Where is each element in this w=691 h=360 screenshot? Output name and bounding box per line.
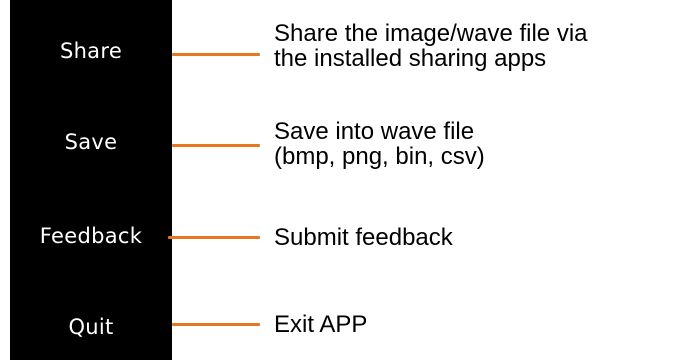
- menu-item-quit[interactable]: Quit: [10, 307, 172, 347]
- quit-leader-line: [172, 323, 260, 326]
- quit-callout: Exit APP: [274, 312, 367, 337]
- menu-item-share[interactable]: Share: [10, 31, 172, 71]
- share-callout: Share the image/wave file via the instal…: [274, 21, 588, 71]
- share-callout-line-1: Share the image/wave file via: [274, 20, 588, 47]
- menu-panel: Share Save Feedback Quit: [10, 0, 172, 360]
- share-leader-line: [172, 53, 260, 56]
- save-leader-line: [172, 144, 260, 147]
- save-callout-line-1: Save into wave file: [274, 118, 475, 145]
- save-callout-line-2: (bmp, png, bin, csv): [274, 143, 485, 170]
- share-callout-line-2: the installed sharing apps: [274, 45, 547, 72]
- feedback-leader-line: [168, 236, 260, 239]
- quit-callout-line-1: Exit APP: [274, 311, 368, 338]
- menu-item-save[interactable]: Save: [10, 122, 172, 162]
- save-callout: Save into wave file (bmp, png, bin, csv): [274, 119, 485, 169]
- feedback-callout: Submit feedback: [274, 225, 453, 250]
- menu-item-feedback[interactable]: Feedback: [10, 216, 172, 256]
- feedback-callout-line-1: Submit feedback: [274, 224, 453, 251]
